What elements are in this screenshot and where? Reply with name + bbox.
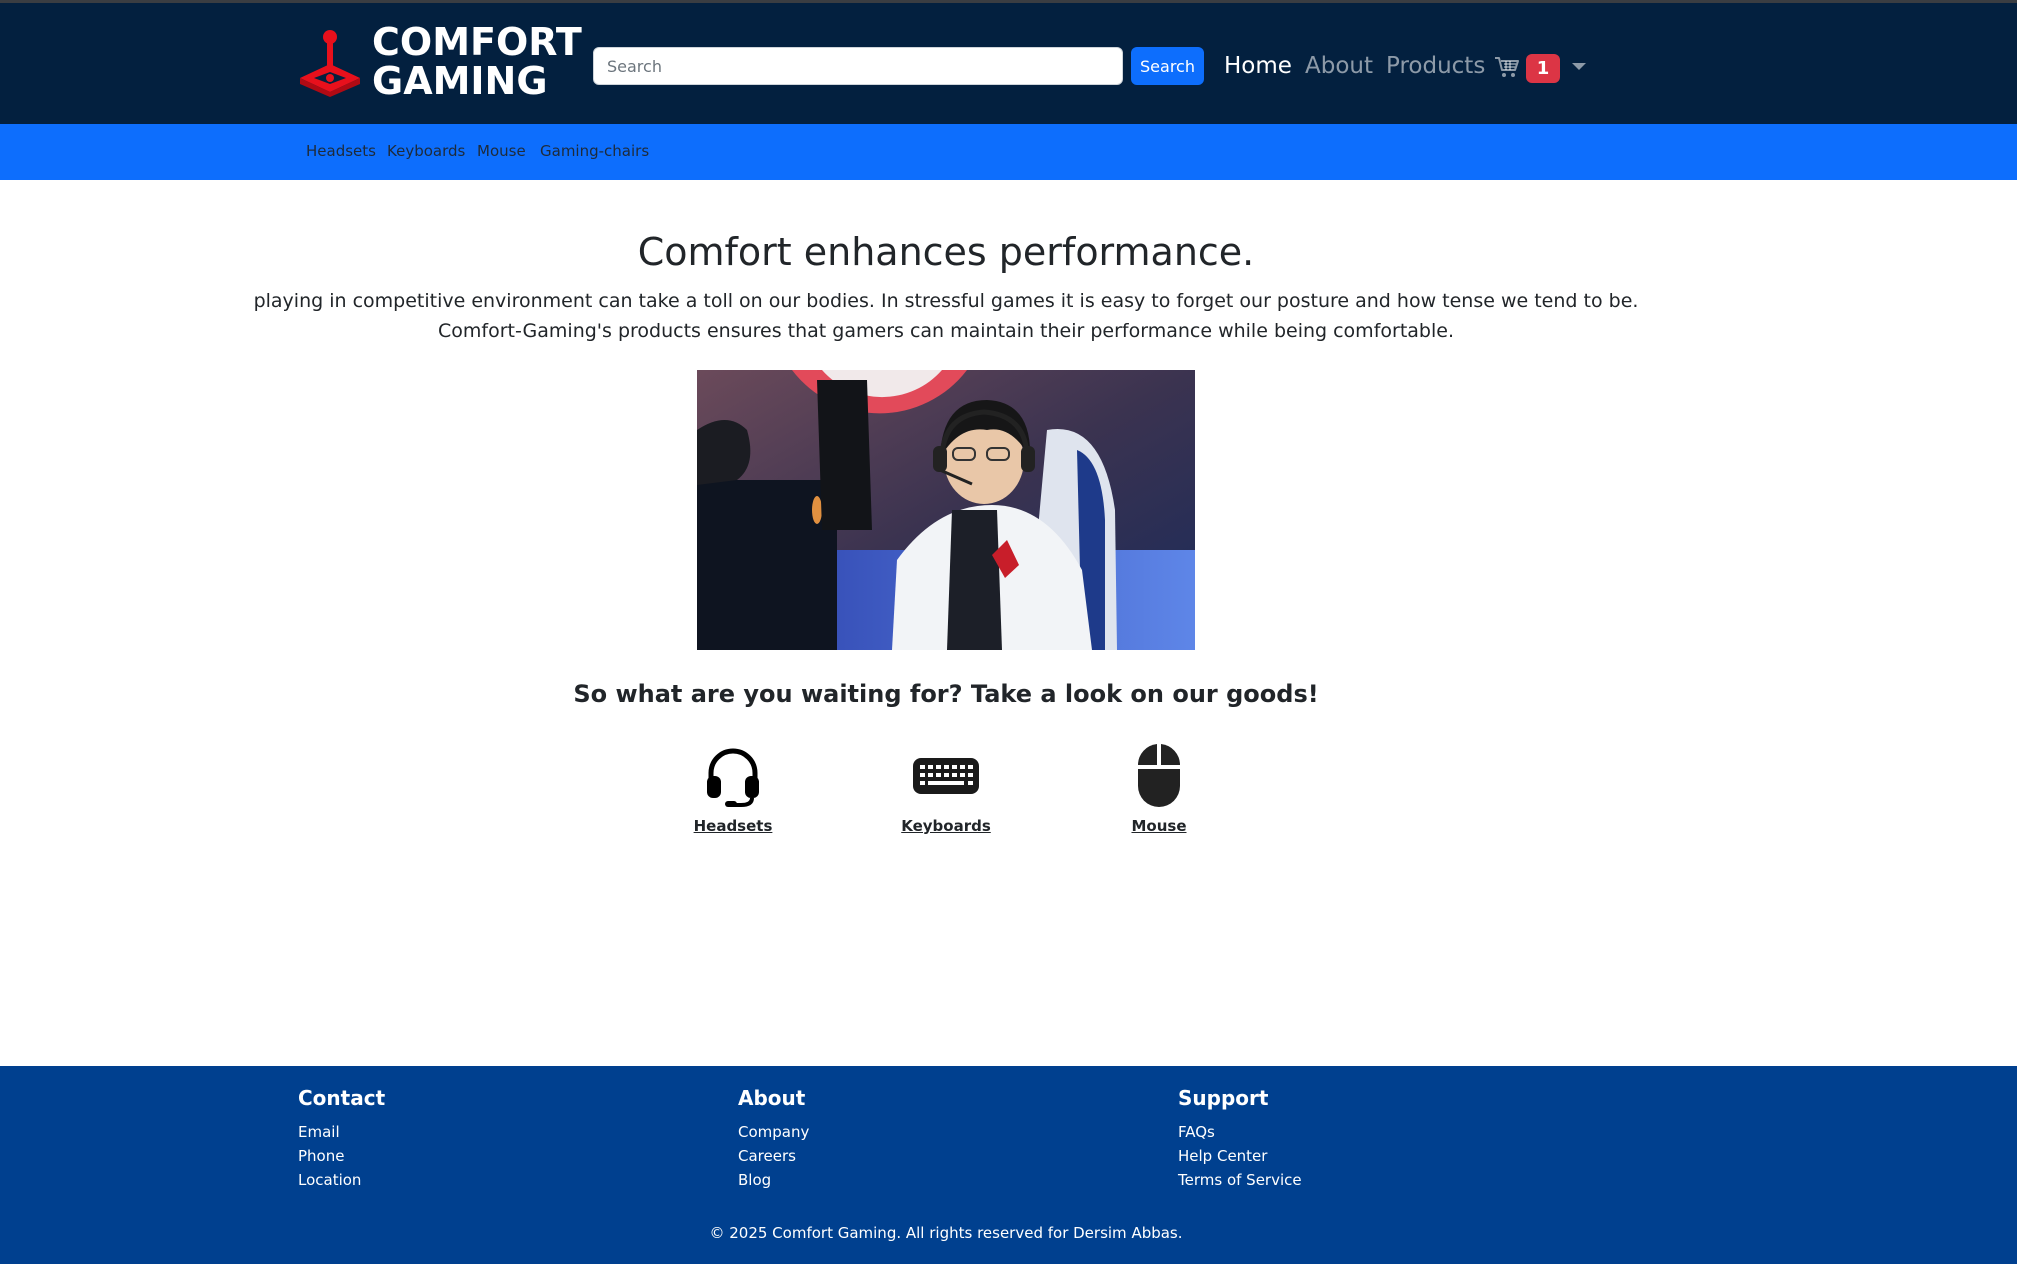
footer-heading-about: About [738,1086,806,1110]
copyright-text: © 2025 Comfort Gaming. All rights reserv… [709,1224,1183,1242]
nav-home[interactable]: Home [1224,51,1292,81]
category-mouse[interactable]: Mouse [1089,743,1229,835]
footer-link-help-center[interactable]: Help Center [1178,1144,1302,1168]
cta-heading: So what are you waiting for? Take a look… [573,680,1319,708]
intro-line-2: Comfort-Gaming's products ensures that g… [438,320,1454,342]
footer-link-terms[interactable]: Terms of Service [1178,1168,1302,1192]
category-link-keyboards[interactable]: Keyboards [901,817,991,835]
footer-link-phone[interactable]: Phone [298,1144,385,1168]
cart-icon[interactable] [1494,55,1520,79]
nav-products[interactable]: Products [1386,51,1485,81]
site-footer: Contact Email Phone Location About Compa… [0,1066,2017,1264]
main-content: Comfort enhances performance. playing in… [0,180,2017,1066]
main-navbar: COMFORT GAMING Search Home About Product… [0,3,2017,124]
category-subnav: Headsets Keyboards Mouse Gaming-chairs [0,124,2017,180]
brand-name-line1: COMFORT [372,20,582,64]
footer-link-blog[interactable]: Blog [738,1168,809,1192]
search-input[interactable] [593,47,1123,85]
cart-count-badge[interactable]: 1 [1526,54,1560,83]
footer-link-careers[interactable]: Careers [738,1144,809,1168]
brand-logo[interactable]: COMFORT GAMING [296,22,582,102]
intro-line-1: playing in competitive environment can t… [253,290,1639,312]
footer-link-location[interactable]: Location [298,1168,385,1192]
chevron-down-icon[interactable] [1572,63,1586,70]
brand-name: COMFORT GAMING [372,23,582,101]
footer-heading-support: Support [1178,1086,1269,1110]
category-link-mouse[interactable]: Mouse [1131,817,1186,835]
hero-image [697,370,1195,650]
footer-column-contact: Contact Email Phone Location [298,1086,385,1192]
footer-link-company[interactable]: Company [738,1120,809,1144]
headset-icon [707,748,759,807]
subnav-gaming-chairs[interactable]: Gaming-chairs [540,142,649,160]
category-headsets[interactable]: Headsets [663,743,803,835]
footer-link-email[interactable]: Email [298,1120,385,1144]
category-link-headsets[interactable]: Headsets [694,817,773,835]
footer-column-support: Support FAQs Help Center Terms of Servic… [1178,1086,1302,1192]
brand-name-line2: GAMING [372,59,548,103]
joystick-icon [300,30,360,97]
keyboard-icon [913,758,979,794]
search-button[interactable]: Search [1131,47,1204,85]
footer-column-about: About Company Careers Blog [738,1086,809,1192]
footer-link-faqs[interactable]: FAQs [1178,1120,1302,1144]
footer-heading-contact: Contact [298,1086,386,1110]
mouse-icon [1137,744,1181,807]
subnav-mouse[interactable]: Mouse [477,142,526,160]
subnav-keyboards[interactable]: Keyboards [387,142,465,160]
category-keyboards[interactable]: Keyboards [876,743,1016,835]
subnav-headsets[interactable]: Headsets [306,142,376,160]
nav-about[interactable]: About [1305,51,1373,81]
page-title: Comfort enhances performance. [637,230,1255,274]
intro-paragraph: playing in competitive environment can t… [0,286,1892,346]
